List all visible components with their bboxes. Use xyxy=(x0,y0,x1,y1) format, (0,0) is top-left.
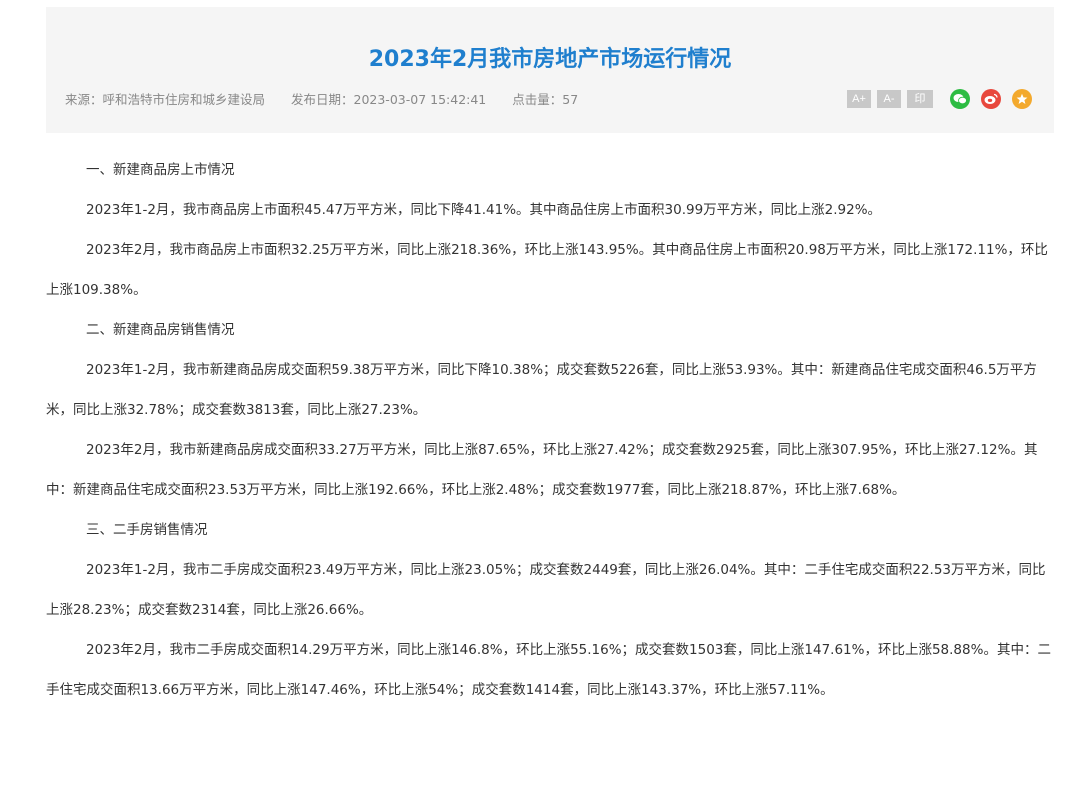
article-body: 一、新建商品房上市情况 2023年1-2月，我市商品房上市面积45.47万平方米… xyxy=(46,150,1056,710)
paragraph: 2023年1-2月，我市商品房上市面积45.47万平方米，同比下降41.41%。… xyxy=(86,202,882,218)
qzone-icon[interactable] xyxy=(1012,89,1032,109)
view-count: 点击量：57 xyxy=(512,92,579,107)
paragraph: 2023年2月，我市新建商品房成交面积33.27万平方米，同比上涨87.65%，… xyxy=(46,442,1038,498)
paragraph: 2023年1-2月，我市二手房成交面积23.49万平方米，同比上涨23.05%；… xyxy=(46,562,1046,618)
paragraph: 2023年1-2月，我市新建商品房成交面积59.38万平方米，同比下降10.38… xyxy=(46,362,1037,418)
article-meta: 来源：呼和浩特市住房和城乡建设局 发布日期：2023-03-07 15:42:4… xyxy=(65,89,578,108)
publish-date: 发布日期：2023-03-07 15:42:41 xyxy=(291,92,487,107)
font-decrease-button[interactable]: A- xyxy=(877,90,901,108)
article-title: 2023年2月我市房地产市场运行情况 xyxy=(368,47,732,72)
print-button[interactable]: 印 xyxy=(907,90,933,108)
font-increase-button[interactable]: A+ xyxy=(847,90,871,108)
wechat-icon[interactable] xyxy=(950,89,970,109)
section-heading: 三、二手房销售情况 xyxy=(86,522,208,538)
section-heading: 一、新建商品房上市情况 xyxy=(86,162,235,178)
weibo-icon[interactable] xyxy=(981,89,1001,109)
paragraph: 2023年2月，我市商品房上市面积32.25万平方米，同比上涨218.36%，环… xyxy=(46,242,1048,298)
paragraph: 2023年2月，我市二手房成交面积14.29万平方米，同比上涨146.8%，环比… xyxy=(46,642,1051,698)
section-heading: 二、新建商品房销售情况 xyxy=(86,322,235,338)
article-header: 2023年2月我市房地产市场运行情况 来源：呼和浩特市住房和城乡建设局 发布日期… xyxy=(46,7,1054,133)
article-toolbar: A+ A- 印 xyxy=(847,89,1032,109)
source-text: 来源：呼和浩特市住房和城乡建设局 xyxy=(65,92,266,107)
